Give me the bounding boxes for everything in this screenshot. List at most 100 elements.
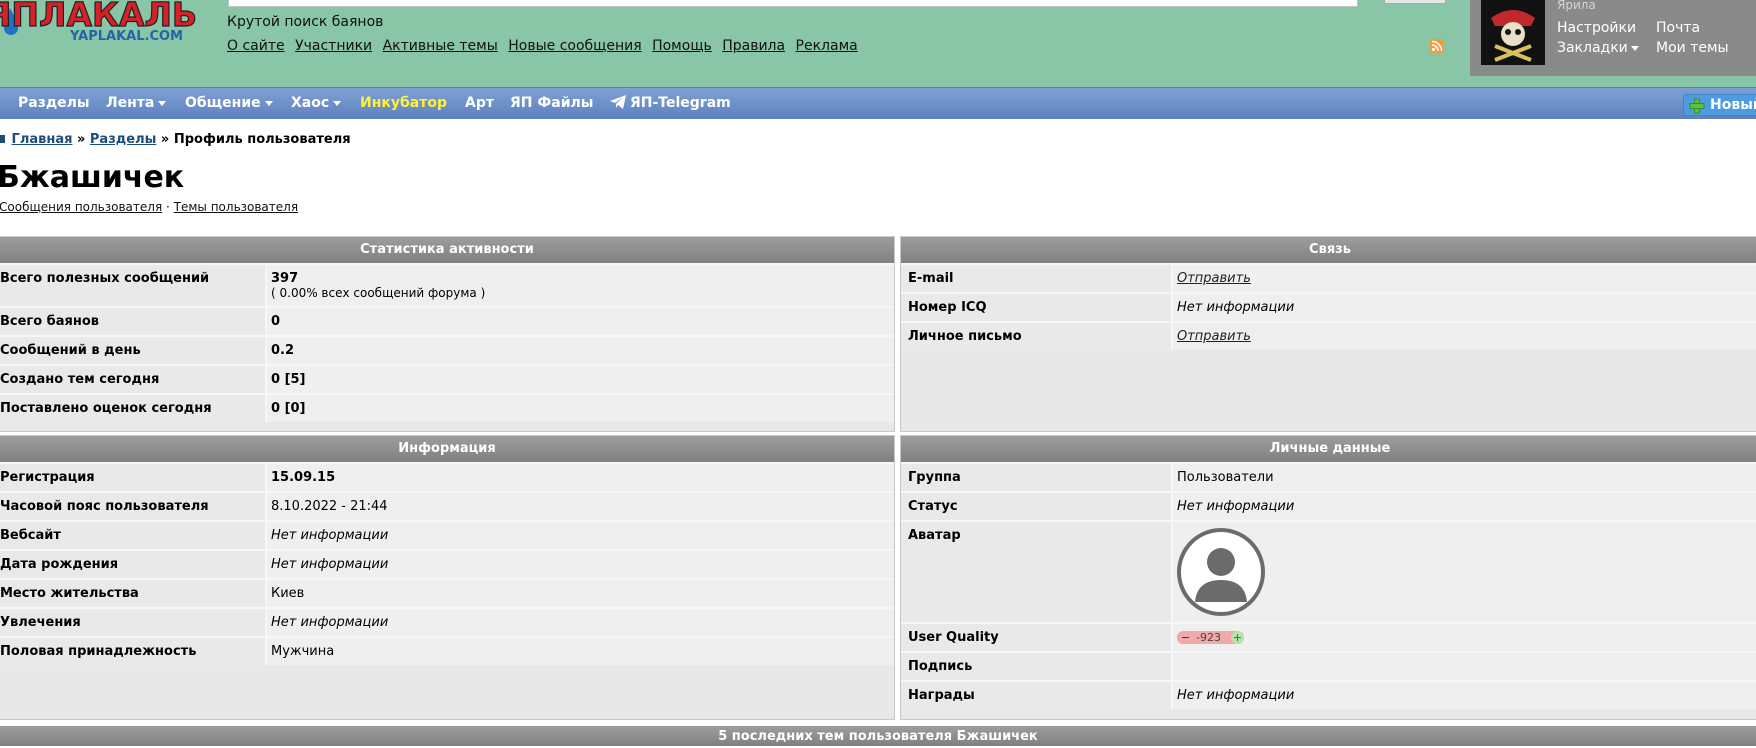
contact-panel: Связь E-mail Отправить Номер ICQ Нет инф…	[900, 236, 1756, 432]
ads-link[interactable]: Реклама	[796, 38, 858, 54]
table-row: Номер ICQ Нет информации	[901, 292, 1756, 321]
row-value: 15.09.15	[265, 464, 894, 491]
table-row: Сообщений в день 0.2	[0, 335, 894, 364]
nav-chaos-label: Хаос	[291, 95, 330, 111]
send-email-link[interactable]: Отправить	[1177, 271, 1251, 286]
table-row: Подпись	[901, 651, 1756, 680]
chevron-down-icon	[158, 100, 167, 106]
profile-links: Сообщения пользователя · Темы пользовате…	[0, 200, 298, 214]
row-value: Нет информации	[265, 551, 894, 578]
row-label: Сообщений в день	[0, 337, 265, 364]
breadcrumb-sections[interactable]: Разделы	[90, 132, 156, 147]
info-panel-title: Информация	[0, 436, 894, 462]
rules-link[interactable]: Правила	[722, 38, 785, 54]
table-row: Дата рождения Нет информации	[0, 549, 894, 578]
table-row: Группа Пользователи	[901, 462, 1756, 491]
new-topic-label: Новый	[1710, 97, 1756, 113]
row-label: Дата рождения	[0, 551, 265, 578]
row-label: Регистрация	[0, 464, 265, 491]
row-label: User Quality	[901, 624, 1171, 651]
site-header: ЯПЛАКАЛЬ YAPLAKAL.COM Крутой поиск баяно…	[0, 0, 1756, 87]
bookmarks-label: Закладки	[1557, 40, 1628, 56]
info-panel: Информация Регистрация 15.09.15 Часовой …	[0, 435, 895, 720]
rate-down-button[interactable]: −	[1181, 631, 1190, 644]
row-label: Половая принадлежность	[0, 638, 265, 665]
search-button[interactable]	[1384, 0, 1446, 4]
row-value: Пользователи	[1171, 464, 1756, 491]
breadcrumb-home[interactable]: Главная	[12, 132, 73, 147]
nav-telegram-label: ЯП-Telegram	[630, 95, 731, 111]
row-value: 8.10.2022 - 21:44	[265, 493, 894, 520]
about-link[interactable]: О сайте	[227, 38, 285, 54]
site-tagline: Крутой поиск баянов	[227, 14, 384, 30]
contact-panel-title: Связь	[901, 237, 1756, 263]
row-label: Создано тем сегодня	[0, 366, 265, 393]
new-messages-link[interactable]: Новые сообщения	[508, 38, 641, 54]
user-messages-link[interactable]: Сообщения пользователя	[0, 200, 162, 214]
settings-link[interactable]: Настройки	[1557, 20, 1636, 36]
header-links: О сайте Участники Активные темы Новые со…	[227, 38, 864, 54]
chevron-down-icon	[264, 100, 273, 106]
row-label: Аватар	[901, 522, 1171, 622]
useful-posts-count: 397	[271, 271, 299, 286]
nav-feed-label: Лента	[106, 95, 155, 111]
active-topics-link[interactable]: Активные темы	[383, 38, 498, 54]
nav-incubator[interactable]: Инкубатор	[360, 95, 447, 111]
table-row: Вебсайт Нет информации	[0, 520, 894, 549]
row-label: Вебсайт	[0, 522, 265, 549]
new-topic-button[interactable]: Новый	[1683, 94, 1756, 116]
site-logo[interactable]: ЯПЛАКАЛЬ YAPLAKAL.COM	[0, 0, 200, 48]
nav-art[interactable]: Арт	[465, 95, 494, 111]
user-topics-link[interactable]: Темы пользователя	[174, 200, 298, 214]
row-label: Увлечения	[0, 609, 265, 636]
my-topics-link[interactable]: Мои темы	[1656, 40, 1729, 56]
activity-panel: Статистика активности Всего полезных соо…	[0, 236, 895, 432]
username[interactable]: Ярила	[1557, 0, 1596, 12]
page-title: Бжашичек	[0, 160, 185, 195]
nav-feed[interactable]: Лента	[106, 95, 167, 111]
row-label: Номер ICQ	[901, 294, 1171, 321]
row-value	[1171, 653, 1756, 680]
table-row: Место жительства Киев	[0, 578, 894, 607]
user-avatar[interactable]	[1481, 0, 1545, 65]
nav-talk-label: Общение	[185, 95, 261, 111]
row-value: Киев	[265, 580, 894, 607]
nav-talk[interactable]: Общение	[185, 95, 273, 111]
row-label: E-mail	[901, 265, 1171, 292]
mail-link[interactable]: Почта	[1656, 20, 1700, 36]
row-value: 397 ( 0.00% всех сообщений форума )	[265, 265, 894, 306]
nav-telegram[interactable]: ЯП-Telegram	[610, 95, 731, 111]
table-row: Создано тем сегодня 0 [5]	[0, 364, 894, 393]
nav-sections[interactable]: Разделы	[18, 95, 90, 111]
row-value: Нет информации	[265, 609, 894, 636]
nav-files[interactable]: ЯП Файлы	[510, 95, 593, 111]
table-row: Регистрация 15.09.15	[0, 462, 894, 491]
members-link[interactable]: Участники	[295, 38, 372, 54]
user-panel: Ярила Настройки Почта Закладки Мои темы	[1470, 0, 1756, 76]
user-quality-value: -923	[1196, 631, 1221, 644]
last-topics-header: 5 последних тем пользователя Бжашичек	[0, 726, 1756, 746]
rss-icon[interactable]	[1430, 39, 1444, 53]
user-quality-widget: − -923 +	[1177, 631, 1244, 644]
plus-icon	[1689, 98, 1705, 114]
search-input[interactable]	[228, 0, 1358, 7]
bookmarks-menu[interactable]: Закладки	[1557, 40, 1639, 56]
breadcrumb-icon	[0, 135, 5, 143]
breadcrumb-separator: »	[160, 132, 170, 147]
row-label: Награды	[901, 682, 1171, 709]
rate-up-button[interactable]: +	[1231, 631, 1244, 644]
breadcrumb-separator: »	[76, 132, 86, 147]
breadcrumb: Главная » Разделы » Профиль пользователя	[0, 132, 351, 147]
nav-chaos[interactable]: Хаос	[291, 95, 342, 111]
logo-subtext: YAPLAKAL.COM	[69, 29, 183, 44]
row-value: Отправить	[1171, 323, 1756, 350]
activity-panel-title: Статистика активности	[0, 237, 894, 263]
row-label: Группа	[901, 464, 1171, 491]
send-pm-link[interactable]: Отправить	[1177, 329, 1251, 344]
row-label: Часовой пояс пользователя	[0, 493, 265, 520]
telegram-icon	[610, 95, 626, 109]
row-value: Нет информации	[1171, 682, 1756, 709]
row-value: 0 [5]	[265, 366, 894, 393]
help-link[interactable]: Помощь	[652, 38, 712, 54]
row-value: 0.2	[265, 337, 894, 364]
